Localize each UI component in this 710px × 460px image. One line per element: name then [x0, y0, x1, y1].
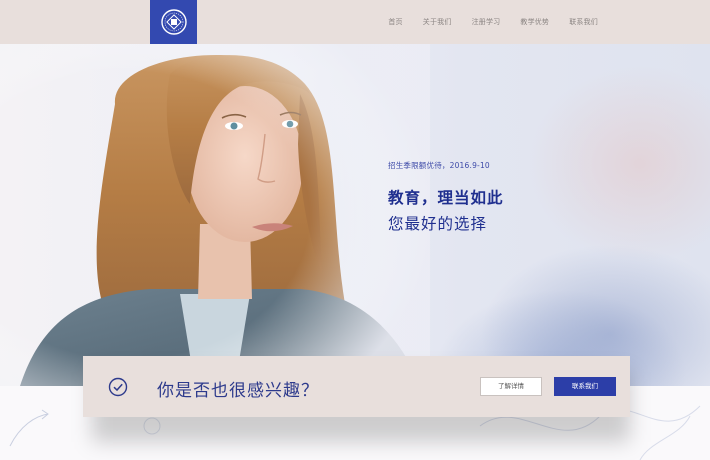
nav-item-register[interactable]: 注册学习 — [472, 17, 501, 27]
check-circle-icon — [108, 377, 128, 397]
site-header: 首页 关于我们 注册学习 教学优势 联系我们 — [0, 0, 710, 44]
nav-item-home[interactable]: 首页 — [388, 17, 402, 27]
hero-portrait-image — [0, 44, 430, 386]
emblem-logo-icon — [160, 9, 187, 35]
nav-item-about[interactable]: 关于我们 — [423, 17, 452, 27]
main-nav: 首页 关于我们 注册学习 教学优势 联系我们 — [368, 0, 598, 44]
nav-item-contact[interactable]: 联系我们 — [569, 17, 598, 27]
hero-title: 教育，理当如此 — [388, 189, 504, 207]
details-button[interactable]: 了解详情 — [480, 377, 542, 396]
logo[interactable] — [150, 0, 197, 44]
hero-title-secondary: 您最好的选择 — [388, 215, 488, 233]
hero-banner: 招生季限额优待，2016.9-10 教育，理当如此 您最好的选择 — [0, 44, 710, 386]
hero-text: 招生季限额优待，2016.9-10 教育，理当如此 您最好的选择 — [388, 160, 504, 234]
hero-subtitle: 招生季限额优待，2016.9-10 — [388, 161, 490, 170]
nav-item-advantages[interactable]: 教学优势 — [520, 17, 549, 27]
cta-bar: 你是否也很感兴趣？ 了解详情 联系我们 — [83, 356, 630, 417]
cta-question: 你是否也很感兴趣？ — [157, 381, 319, 401]
contact-button[interactable]: 联系我们 — [554, 377, 616, 396]
